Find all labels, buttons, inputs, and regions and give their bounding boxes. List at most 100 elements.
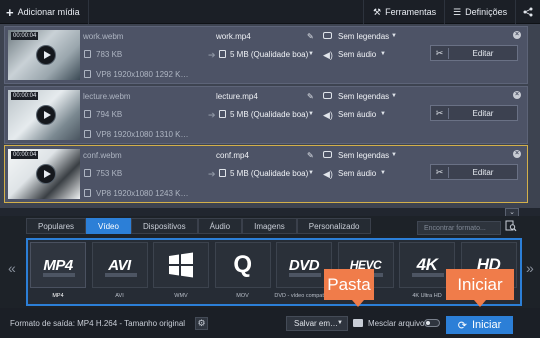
gear-icon[interactable]: ⚙ <box>195 317 208 330</box>
output-size[interactable]: 5 MB (Qualidade boa) <box>230 169 308 178</box>
search-icon[interactable] <box>505 220 519 235</box>
chevron-down-icon[interactable]: ▼ <box>391 152 397 158</box>
edit-button[interactable]: ✂ Editar <box>430 164 518 180</box>
duration-label: 00:00:04 <box>11 92 39 100</box>
output-format-label: Formato de saída: MP4 H.264 - Tamanho or… <box>10 319 186 328</box>
video-thumbnail[interactable]: 00:00:04 <box>8 90 80 140</box>
arrow-right-icon: ➔ <box>208 50 216 60</box>
windows-logo-icon <box>153 242 209 288</box>
chevron-down-icon[interactable]: ▼ <box>308 111 314 117</box>
start-button[interactable]: ⟳ Iniciar <box>446 316 513 334</box>
settings-button[interactable]: ☰ Definições <box>447 0 513 24</box>
add-media-button[interactable]: + Adicionar mídia <box>0 0 88 24</box>
video-thumbnail[interactable]: 00:00:04 <box>8 149 80 199</box>
audio-dropdown[interactable]: Sem áudio <box>338 169 376 178</box>
chevron-down-icon[interactable]: ▼ <box>380 170 386 176</box>
tab-popular[interactable]: Populares <box>26 218 87 234</box>
start-callout: Iniciar <box>446 269 514 300</box>
speaker-icon: ◀) <box>323 110 333 120</box>
tab-custom[interactable]: Personalizado <box>296 218 372 234</box>
scroll-right-icon[interactable]: » <box>526 260 534 276</box>
file-row[interactable]: 00:00:04 lecture.webm 794 KB VP8 1920x10… <box>4 86 528 144</box>
save-to-label: Salvar em… <box>294 319 339 328</box>
output-filename[interactable]: work.mp4 <box>216 32 251 41</box>
tab-audio[interactable]: Áudio <box>197 218 243 234</box>
folder-callout: Pasta <box>324 269 374 300</box>
source-filename: work.webm <box>83 32 124 41</box>
tools-button[interactable]: ⚒ Ferramentas <box>367 0 444 24</box>
audio-dropdown[interactable]: Sem áudio <box>338 110 376 119</box>
source-size: 753 KB <box>96 169 123 178</box>
callout-pointer <box>474 300 486 307</box>
pencil-icon[interactable]: ✎ <box>307 32 314 41</box>
info-icon <box>84 189 91 197</box>
subtitles-dropdown[interactable]: Sem legendas <box>338 32 389 41</box>
add-media-label: Adicionar mídia <box>17 7 80 17</box>
source-size: 783 KB <box>96 50 123 59</box>
tab-devices[interactable]: Dispositivos <box>130 218 198 234</box>
play-icon[interactable] <box>36 105 56 125</box>
output-filename[interactable]: conf.mp4 <box>216 151 249 160</box>
magic-wand-icon: ⚒ <box>373 6 382 17</box>
chevron-down-icon[interactable]: ▼ <box>308 170 314 176</box>
subtitles-icon <box>323 151 332 158</box>
duration-label: 00:00:04 <box>11 151 39 159</box>
merge-files-toggle[interactable] <box>424 319 440 327</box>
file-icon <box>219 50 226 58</box>
subtitles-dropdown[interactable]: Sem legendas <box>338 151 389 160</box>
folder-icon[interactable] <box>353 319 363 327</box>
file-row[interactable]: 00:00:04 work.webm 783 KB VP8 1920x1080 … <box>4 26 528 84</box>
chevron-down-icon[interactable]: ▼ <box>308 51 314 57</box>
toolbar-divider <box>515 0 516 24</box>
output-size[interactable]: 5 MB (Qualidade boa) <box>230 110 308 119</box>
scissors-icon: ✂ <box>431 166 449 178</box>
share-button[interactable] <box>517 0 539 24</box>
speaker-icon: ◀) <box>323 50 333 60</box>
scroll-left-icon[interactable]: « <box>8 260 16 276</box>
tab-images[interactable]: Imagens <box>242 218 297 234</box>
format-mp4[interactable]: MP4 MP4 <box>28 240 90 304</box>
format-label: WMV <box>174 293 188 299</box>
remove-file-icon[interactable]: × <box>513 31 521 39</box>
chevron-down-icon[interactable]: ▼ <box>380 111 386 117</box>
remove-file-icon[interactable]: × <box>513 91 521 99</box>
edit-button[interactable]: ✂ Editar <box>430 45 518 61</box>
toggle-knob <box>426 321 430 325</box>
edit-label: Editar <box>472 108 494 118</box>
remove-file-icon[interactable]: × <box>513 150 521 158</box>
pencil-icon[interactable]: ✎ <box>307 92 314 101</box>
output-filename[interactable]: lecture.mp4 <box>216 92 258 101</box>
subtitles-icon <box>323 92 332 99</box>
chevron-down-icon[interactable]: ▼ <box>391 33 397 39</box>
play-icon[interactable] <box>36 45 56 65</box>
format-avi[interactable]: AVI AVI <box>90 240 152 304</box>
mp4-logo-icon: MP4 <box>30 242 86 288</box>
video-thumbnail[interactable]: 00:00:04 <box>8 30 80 80</box>
format-mov[interactable]: Q MOV <box>213 240 275 304</box>
source-size: 794 KB <box>96 110 123 119</box>
toolbar-divider <box>444 0 445 24</box>
subtitles-icon <box>323 32 332 39</box>
file-row[interactable]: 00:00:04 conf.webm 753 KB VP8 1920x1080 … <box>4 145 528 203</box>
play-icon[interactable] <box>36 164 56 184</box>
output-size[interactable]: 5 MB (Qualidade boa) <box>230 50 308 59</box>
quicktime-logo-icon: Q <box>214 242 271 288</box>
source-filename: conf.webm <box>83 151 122 160</box>
format-label: MP4 <box>52 293 64 299</box>
tab-video[interactable]: Vídeo <box>86 218 131 234</box>
chevron-down-icon[interactable]: ▼ <box>391 93 397 99</box>
edit-label: Editar <box>472 167 494 177</box>
edit-button[interactable]: ✂ Editar <box>430 105 518 121</box>
source-info: VP8 1920x1080 1243 K… <box>96 189 189 198</box>
format-search-input[interactable]: Encontrar formato... <box>417 221 501 235</box>
toolbar-divider <box>363 0 364 24</box>
subtitles-dropdown[interactable]: Sem legendas <box>338 92 389 101</box>
file-icon <box>84 50 91 58</box>
audio-dropdown[interactable]: Sem áudio <box>338 50 376 59</box>
save-to-dropdown[interactable]: Salvar em… ▼ <box>286 316 348 331</box>
pencil-icon[interactable]: ✎ <box>307 151 314 160</box>
file-list: 00:00:04 work.webm 783 KB VP8 1920x1080 … <box>0 24 540 208</box>
chevron-down-icon: ▼ <box>337 320 343 326</box>
format-wmv[interactable]: WMV <box>151 240 213 304</box>
chevron-down-icon[interactable]: ▼ <box>380 51 386 57</box>
